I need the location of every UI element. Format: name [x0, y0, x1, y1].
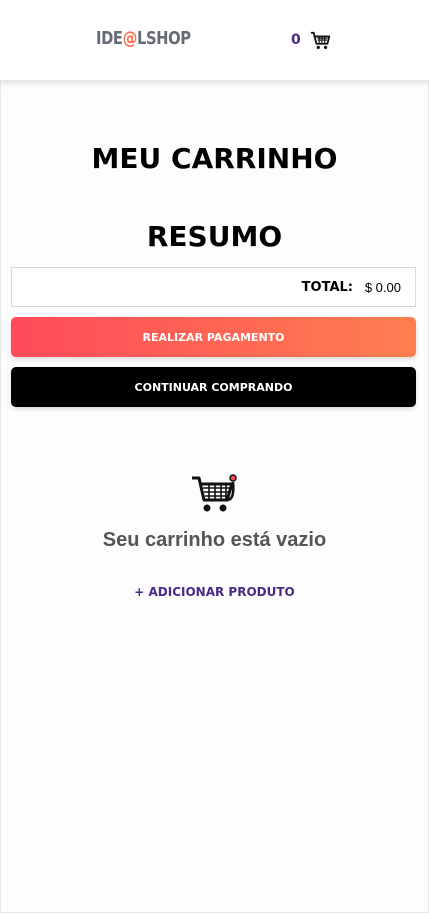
continue-shopping-button[interactable]: CONTINUAR COMPRANDO — [11, 367, 416, 407]
page-frame — [0, 0, 429, 913]
empty-cart-icon — [192, 474, 237, 512]
checkout-button[interactable]: REALIZAR PAGAMENTO — [11, 317, 416, 357]
page-title: MEU CARRINHO — [91, 142, 338, 175]
add-product-link[interactable]: + ADICIONAR PRODUTO — [0, 585, 429, 599]
top-header: IDE@LSHOP 0 — [0, 0, 429, 80]
summary-title: RESUMO — [146, 220, 283, 253]
total-value: $ 0.00 — [364, 280, 401, 295]
shopping-cart-icon[interactable] — [310, 30, 332, 52]
logo-part1: IDE — [96, 28, 123, 49]
logo-at: @ — [122, 28, 138, 49]
total-summary-box: TOTAL: $ 0.00 — [11, 267, 416, 307]
empty-cart-message: Seu carrinho está vazio — [102, 529, 327, 551]
cart-count-badge: 0 — [291, 32, 301, 48]
logo-part2: LSHOP — [136, 28, 191, 49]
total-label: TOTAL: — [301, 280, 353, 295]
site-logo[interactable]: IDE@LSHOP — [96, 28, 191, 49]
